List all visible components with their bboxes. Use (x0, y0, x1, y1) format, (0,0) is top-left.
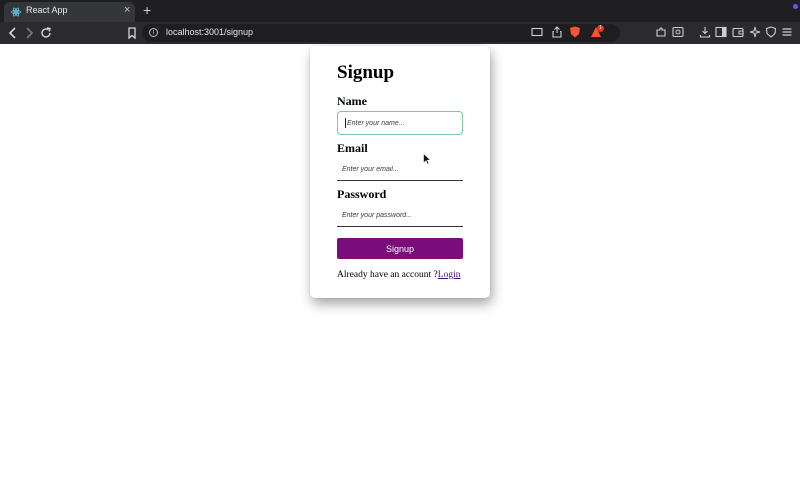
name-field[interactable] (337, 111, 463, 135)
tab-title: React App (26, 5, 68, 15)
share-icon[interactable] (551, 26, 563, 38)
rewards-badge: 1 (597, 25, 604, 32)
reload-icon[interactable] (39, 26, 53, 40)
info-icon[interactable]: i (149, 28, 158, 37)
email-field[interactable] (337, 159, 463, 181)
cast-icon[interactable] (531, 26, 543, 38)
sidebar-icon[interactable] (715, 26, 727, 38)
browser-tab[interactable]: React App × (4, 2, 135, 22)
brave-shield-icon[interactable] (569, 26, 581, 38)
back-icon[interactable] (6, 26, 20, 40)
vpn-icon[interactable] (765, 26, 777, 38)
browser-toolbar: i localhost:3001/signup 1 (0, 22, 800, 44)
email-label: Email (337, 141, 368, 155)
signup-button[interactable]: Signup (337, 238, 463, 259)
bookmark-icon[interactable] (125, 26, 139, 40)
download-icon[interactable] (699, 26, 711, 38)
login-prompt: Already have an account ?Login (337, 270, 460, 280)
react-logo-icon (11, 7, 21, 17)
password-label: Password (337, 187, 387, 201)
login-prompt-text: Already have an account ? (337, 270, 438, 280)
notification-dot (793, 4, 798, 9)
leo-ai-icon[interactable] (749, 26, 761, 38)
new-tab-button[interactable]: + (143, 2, 151, 18)
tab-strip: React App × + (0, 0, 800, 22)
menu-icon[interactable] (781, 26, 793, 38)
extensions-icon[interactable] (655, 26, 667, 38)
signup-card: Signup Name Email Password Signup Alread… (310, 46, 490, 298)
tab-search-icon[interactable] (672, 26, 684, 38)
name-label: Name (337, 94, 367, 108)
forward-icon[interactable] (22, 26, 36, 40)
address-bar[interactable]: i localhost:3001/signup (142, 24, 620, 42)
url-text[interactable]: localhost:3001/signup (166, 27, 253, 37)
tab-close-icon[interactable]: × (124, 4, 130, 16)
wallet-icon[interactable] (732, 26, 744, 38)
text-caret (345, 118, 346, 128)
login-link[interactable]: Login (438, 270, 461, 280)
mouse-cursor-icon (423, 153, 431, 165)
password-field[interactable] (337, 205, 463, 227)
page-title: Signup (337, 62, 395, 83)
